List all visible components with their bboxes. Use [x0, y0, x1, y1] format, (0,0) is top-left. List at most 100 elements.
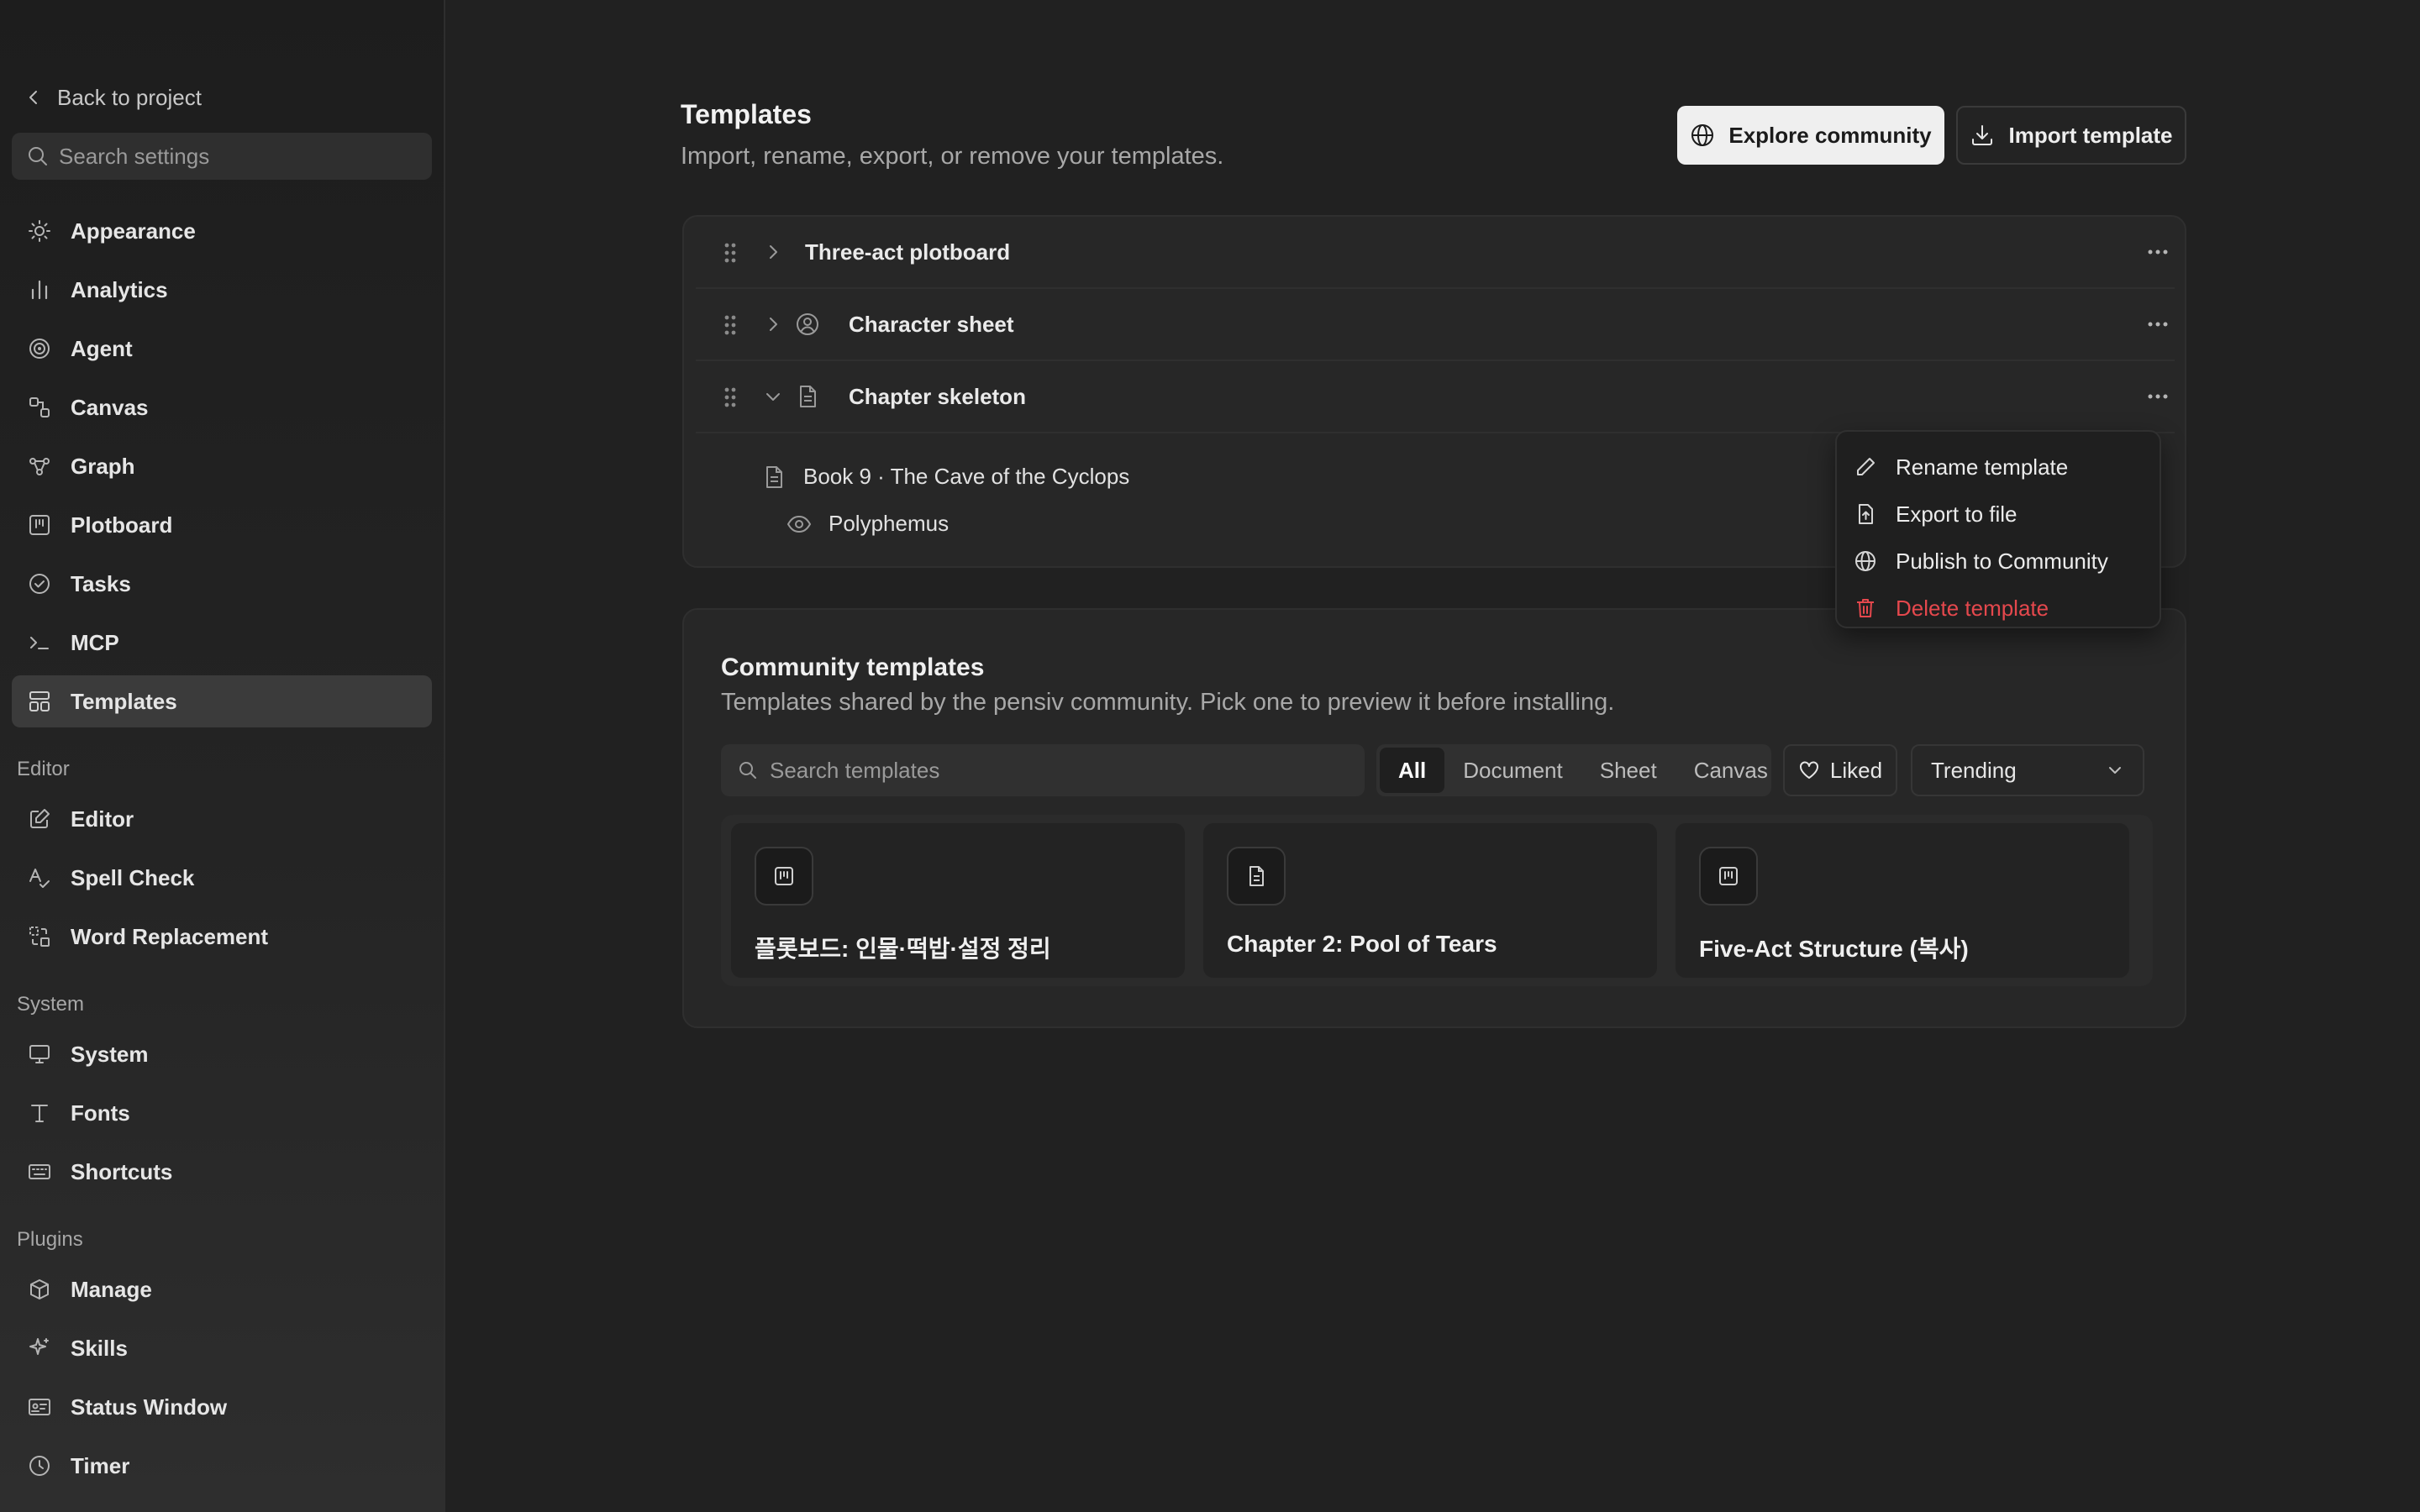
- sidebar-item-label: Word Replacement: [71, 923, 269, 949]
- more-horizontal-icon[interactable]: [2146, 386, 2170, 407]
- sidebar-item-label: Appearance: [71, 218, 196, 244]
- download-icon: [1970, 123, 1995, 148]
- keyboard-icon: [27, 1159, 52, 1184]
- sidebar-item-manage[interactable]: Manage: [12, 1263, 432, 1315]
- chevron-down-icon: [2106, 761, 2124, 780]
- sidebar-item-analytics[interactable]: Analytics: [12, 264, 432, 316]
- publish-to-community-menu-item[interactable]: Publish to Community: [1854, 539, 2146, 583]
- template-row[interactable]: Three-act plotboard: [696, 217, 2175, 289]
- sidebar-item-tasks[interactable]: Tasks: [12, 558, 432, 610]
- plotboard-icon: [755, 847, 813, 906]
- document-icon: [795, 384, 820, 409]
- import-template-label: Import template: [2008, 122, 2173, 148]
- sidebar-item-timer[interactable]: Timer: [12, 1440, 432, 1492]
- sidebar-item-templates[interactable]: Templates: [12, 675, 432, 727]
- more-horizontal-icon[interactable]: [2146, 242, 2170, 262]
- community-search[interactable]: [721, 744, 1365, 796]
- sidebar-item-label: Analytics: [71, 276, 168, 302]
- heart-icon: [1798, 760, 1820, 780]
- menu-label: Rename template: [1896, 454, 2069, 480]
- sidebar-item-skills[interactable]: Skills: [12, 1322, 432, 1374]
- edit-icon: [27, 806, 52, 832]
- settings-search[interactable]: [12, 133, 432, 180]
- sidebar-item-fonts[interactable]: Fonts: [12, 1087, 432, 1139]
- template-row[interactable]: Chapter skeleton: [696, 361, 2175, 433]
- import-template-button[interactable]: Import template: [1956, 106, 2186, 165]
- sidebar-item-appearance[interactable]: Appearance: [12, 205, 432, 257]
- community-search-input[interactable]: [770, 757, 1341, 784]
- sidebar-item-label: MCP: [71, 629, 119, 655]
- filter-all[interactable]: All: [1380, 748, 1445, 793]
- chevron-left-icon: [25, 89, 42, 106]
- template-name: Three-act plotboard: [805, 239, 1011, 265]
- sidebar-item-label: Status Window: [71, 1394, 228, 1420]
- drag-handle-icon[interactable]: [723, 386, 738, 409]
- explore-community-button[interactable]: Explore community: [1677, 106, 1944, 165]
- sidebar-item-label: Manage: [71, 1276, 152, 1302]
- clock-icon: [27, 1453, 52, 1478]
- sidebar-item-canvas[interactable]: Canvas: [12, 381, 432, 433]
- search-icon: [27, 145, 49, 167]
- community-template-card[interactable]: Chapter 2: Pool of Tears: [1203, 823, 1657, 978]
- sidebar-item-label: Templates: [71, 688, 177, 714]
- monitor-icon: [27, 1042, 52, 1067]
- sidebar-item-status-window[interactable]: Status Window: [12, 1381, 432, 1433]
- child-name: Polyphemus: [829, 511, 950, 536]
- sidebar-item-agent[interactable]: Agent: [12, 323, 432, 375]
- sidebar-item-label: Shortcuts: [71, 1158, 173, 1184]
- user-circle-icon: [795, 312, 820, 337]
- export-to-file-menu-item[interactable]: Export to file: [1854, 492, 2146, 536]
- layout-template-icon: [27, 689, 52, 714]
- type-filter-segmented: All Document Sheet Canvas: [1376, 744, 1771, 796]
- sort-select[interactable]: Trending: [1911, 744, 2144, 796]
- plotboard-icon: [27, 512, 52, 538]
- id-card-icon: [27, 1394, 52, 1420]
- back-to-project-link[interactable]: Back to project: [25, 81, 202, 114]
- sidebar-item-word-replacement[interactable]: Word Replacement: [12, 911, 432, 963]
- page-subtitle: Import, rename, export, or remove your t…: [681, 143, 1224, 170]
- sidebar-item-label: Skills: [71, 1335, 128, 1361]
- chevron-right-icon[interactable]: [763, 314, 783, 334]
- sidebar-item-label: Plotboard: [71, 512, 173, 538]
- plotboard-icon: [1699, 847, 1758, 906]
- drag-handle-icon[interactable]: [723, 241, 738, 265]
- sidebar-item-label: Spell Check: [71, 864, 195, 890]
- community-template-card[interactable]: Five-Act Structure (복사): [1676, 823, 2129, 978]
- sidebar-item-mcp[interactable]: MCP: [12, 617, 432, 669]
- filter-document[interactable]: Document: [1444, 748, 1581, 793]
- card-title: 플롯보드: 인물·떡밥·설정 정리: [755, 936, 1051, 962]
- chevron-right-icon[interactable]: [763, 242, 783, 262]
- template-child-item[interactable]: Polyphemus: [786, 511, 949, 537]
- sidebar-item-label: Agent: [71, 335, 133, 361]
- filter-sheet[interactable]: Sheet: [1581, 748, 1676, 793]
- drag-handle-icon[interactable]: [723, 313, 738, 337]
- more-horizontal-icon[interactable]: [2146, 314, 2170, 334]
- community-template-card[interactable]: 플롯보드: 인물·떡밥·설정 정리: [731, 823, 1185, 978]
- explore-community-label: Explore community: [1728, 122, 1932, 148]
- section-label-plugins: Plugins: [17, 1228, 83, 1251]
- back-label: Back to project: [57, 84, 202, 110]
- sidebar-item-label: Graph: [71, 453, 135, 479]
- chevron-down-icon[interactable]: [763, 386, 783, 407]
- rename-template-menu-item[interactable]: Rename template: [1854, 445, 2146, 489]
- filter-canvas[interactable]: Canvas: [1676, 748, 1786, 793]
- trash-icon: [1854, 596, 1877, 620]
- liked-filter-button[interactable]: Liked: [1783, 744, 1897, 796]
- sidebar-item-plotboard[interactable]: Plotboard: [12, 499, 432, 551]
- delete-template-menu-item[interactable]: Delete template: [1854, 586, 2146, 630]
- sidebar-item-editor[interactable]: Editor: [12, 793, 432, 845]
- search-icon: [738, 760, 758, 780]
- terminal-icon: [27, 630, 52, 655]
- bar-chart-icon: [27, 277, 52, 302]
- menu-label: Export to file: [1896, 501, 2018, 527]
- template-child-item[interactable]: Book 9 · The Cave of the Cyclops: [763, 464, 1129, 490]
- document-icon: [1227, 847, 1286, 906]
- template-row[interactable]: Character sheet: [696, 289, 2175, 361]
- settings-search-input[interactable]: [59, 143, 412, 170]
- sidebar-item-system[interactable]: System: [12, 1028, 432, 1080]
- sidebar-item-label: Fonts: [71, 1100, 130, 1126]
- sidebar-item-shortcuts[interactable]: Shortcuts: [12, 1146, 432, 1198]
- sidebar-item-graph[interactable]: Graph: [12, 440, 432, 492]
- page-title: Templates: [681, 99, 812, 129]
- sidebar-item-spell-check[interactable]: Spell Check: [12, 852, 432, 904]
